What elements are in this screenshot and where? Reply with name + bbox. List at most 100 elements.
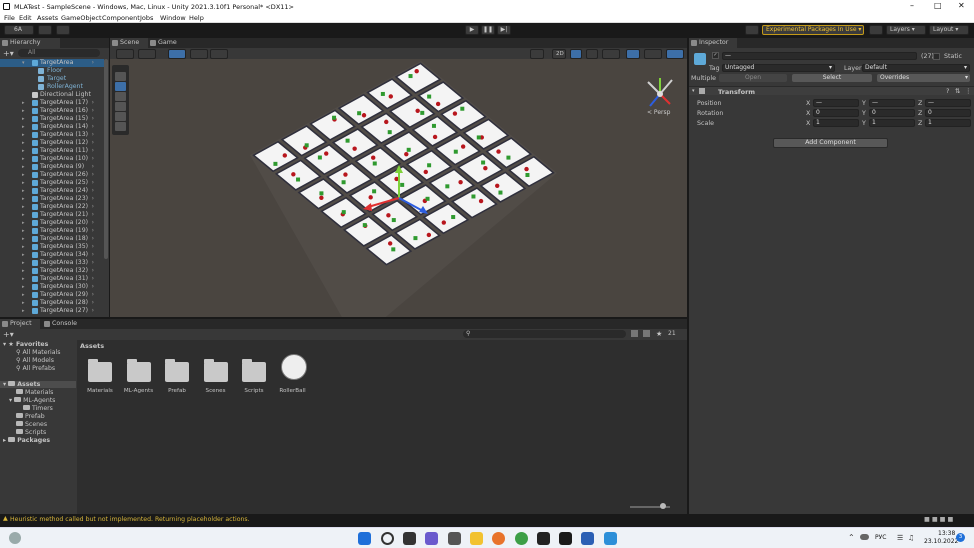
- favorites-all-materials[interactable]: ⚲ All Materials: [16, 349, 61, 356]
- calculator-icon[interactable]: [448, 532, 461, 545]
- layers-dropdown[interactable]: Layers ▾: [886, 25, 926, 35]
- task-view-icon[interactable]: [403, 532, 416, 545]
- hierarchy-item[interactable]: ▸ TargetArea (28) ›: [0, 299, 104, 307]
- transform-x-field[interactable]: 0: [813, 109, 859, 117]
- notification-badge[interactable]: 3: [956, 533, 965, 542]
- transform-header[interactable]: ▾ Transform ? ⇅ ⋮: [689, 86, 974, 96]
- toggle-2d-button[interactable]: 2D: [552, 49, 566, 59]
- search-icon[interactable]: [381, 532, 394, 545]
- hierarchy-item-rolleragent[interactable]: RollerAgent: [0, 83, 104, 91]
- search-icon[interactable]: [869, 25, 883, 35]
- hierarchy-item[interactable]: ▸ TargetArea (35) ›: [0, 243, 104, 251]
- help-icon[interactable]: ?: [946, 87, 949, 95]
- open-button[interactable]: Open: [719, 74, 787, 82]
- orientation-gizmo[interactable]: [640, 74, 680, 114]
- project-search[interactable]: ⚲: [463, 330, 626, 338]
- transform-x-field[interactable]: 1: [813, 119, 859, 127]
- draw-mode-dropdown[interactable]: [116, 49, 134, 59]
- persp-label[interactable]: < Persp: [647, 109, 670, 116]
- tree-scripts[interactable]: Scripts: [16, 429, 46, 436]
- scene-viewport[interactable]: [110, 59, 687, 317]
- transform-y-field[interactable]: —: [869, 99, 915, 107]
- hierarchy-item[interactable]: ▸ TargetArea (10) ›: [0, 155, 104, 163]
- wifi-icon[interactable]: ☰: [897, 534, 903, 542]
- hierarchy-item[interactable]: ▸ TargetArea (11) ›: [0, 147, 104, 155]
- project-create-button[interactable]: +▾: [3, 330, 14, 339]
- breadcrumb[interactable]: Assets: [80, 342, 104, 350]
- hierarchy-item[interactable]: ▸ TargetArea (27) ›: [0, 307, 104, 315]
- hierarchy-item[interactable]: ▸ TargetArea (29) ›: [0, 291, 104, 299]
- select-button[interactable]: Select: [792, 74, 872, 82]
- effects-dropdown[interactable]: [602, 49, 620, 59]
- add-component-button[interactable]: Add Component: [773, 138, 888, 148]
- hierarchy-item-targetarea[interactable]: ▾ TargetArea ›: [0, 59, 104, 67]
- lighting-toggle[interactable]: [570, 49, 582, 59]
- hierarchy-item[interactable]: ▸ TargetArea (23) ›: [0, 195, 104, 203]
- hierarchy-item[interactable]: ▸ TargetArea (33) ›: [0, 259, 104, 267]
- clock-time[interactable]: 13:38: [938, 530, 955, 537]
- gizmo-dropdown[interactable]: [138, 49, 156, 59]
- hierarchy-item[interactable]: ▸ TargetArea (32) ›: [0, 267, 104, 275]
- experimental-packages-dropdown[interactable]: Experimental Packages In Use ▾: [762, 25, 864, 35]
- step-button[interactable]: ▶|: [497, 25, 511, 35]
- grid-snap-button[interactable]: [168, 49, 186, 59]
- zoom-slider[interactable]: [630, 503, 670, 509]
- vscode-icon[interactable]: [604, 532, 617, 545]
- tab-project[interactable]: Project: [0, 319, 40, 329]
- tree-prefab[interactable]: Prefab: [16, 413, 45, 420]
- hierarchy-item[interactable]: ▸ TargetArea (18) ›: [0, 235, 104, 243]
- name-field[interactable]: —: [722, 52, 917, 60]
- pause-button[interactable]: ❚❚: [481, 25, 495, 35]
- account-dropdown[interactable]: 6A: [4, 25, 34, 35]
- hierarchy-item[interactable]: ▸ TargetArea (34) ›: [0, 251, 104, 259]
- hierarchy-item[interactable]: ▸ TargetArea (24) ›: [0, 187, 104, 195]
- hierarchy-item[interactable]: ▸ TargetArea (31) ›: [0, 275, 104, 283]
- tab-hierarchy[interactable]: Hierarchy: [0, 38, 60, 48]
- maximize-button[interactable]: □: [934, 1, 942, 10]
- hierarchy-item[interactable]: ▸ TargetArea (9) ›: [0, 163, 104, 171]
- transform-z-field[interactable]: 0: [925, 109, 971, 117]
- hierarchy-item[interactable]: ▸ TargetArea (19) ›: [0, 227, 104, 235]
- favorite-icon[interactable]: ★: [656, 330, 662, 338]
- chat-icon[interactable]: [425, 532, 438, 545]
- menu-window[interactable]: Window: [160, 14, 186, 22]
- hierarchy-item[interactable]: ▸ TargetArea (13) ›: [0, 131, 104, 139]
- transform-z-field[interactable]: 1: [925, 119, 971, 127]
- transform-x-field[interactable]: —: [813, 99, 859, 107]
- history-icon[interactable]: [745, 25, 759, 35]
- close-button[interactable]: ✕: [958, 1, 965, 10]
- tree-timers[interactable]: Timers: [23, 405, 53, 412]
- hierarchy-item-directional-light[interactable]: Directional Light: [0, 91, 104, 99]
- filter-type-icon[interactable]: [631, 330, 638, 337]
- menu-edit[interactable]: Edit: [19, 14, 32, 22]
- create-button[interactable]: +▾: [3, 49, 14, 58]
- active-checkbox[interactable]: ✓: [712, 52, 719, 59]
- hierarchy-item[interactable]: ▸ TargetArea (14) ›: [0, 123, 104, 131]
- menu-gameobject[interactable]: GameObject: [61, 14, 102, 22]
- transform-y-field[interactable]: 0: [869, 109, 915, 117]
- hierarchy-item[interactable]: ▸ TargetArea (22) ›: [0, 203, 104, 211]
- chrome-icon[interactable]: [515, 532, 528, 545]
- cloud-button[interactable]: [38, 25, 52, 35]
- hierarchy-item[interactable]: ▸ TargetArea (17) ›: [0, 99, 104, 107]
- layout-dropdown[interactable]: Layout ▾: [929, 25, 969, 35]
- language-indicator[interactable]: РУС: [875, 534, 886, 541]
- tree-materials[interactable]: Materials: [16, 389, 53, 396]
- start-icon[interactable]: [358, 532, 371, 545]
- favorites-all-prefabs[interactable]: ⚲ All Prefabs: [16, 365, 55, 372]
- gizmos-toggle[interactable]: [666, 49, 684, 59]
- filter-label-icon[interactable]: [643, 330, 650, 337]
- status-bar[interactable]: ▲ Heuristic method called but not implem…: [0, 514, 974, 525]
- increment-snap-button[interactable]: [190, 49, 208, 59]
- tab-inspector[interactable]: Inspector: [689, 38, 737, 48]
- favorites-all-models[interactable]: ⚲ All Models: [16, 357, 54, 364]
- packages-header[interactable]: ▸ Packages: [3, 437, 50, 444]
- hierarchy-item[interactable]: ▸ TargetArea (25) ›: [0, 179, 104, 187]
- file-explorer-icon[interactable]: [470, 532, 483, 545]
- hierarchy-item[interactable]: ▸ TargetArea (26) ›: [0, 171, 104, 179]
- tree-scenes[interactable]: Scenes: [16, 421, 47, 428]
- hierarchy-item[interactable]: ▸ TargetArea (16) ›: [0, 107, 104, 115]
- audio-toggle[interactable]: [586, 49, 598, 59]
- menu-assets[interactable]: Assets: [37, 14, 58, 22]
- menu-help[interactable]: Help: [189, 14, 204, 22]
